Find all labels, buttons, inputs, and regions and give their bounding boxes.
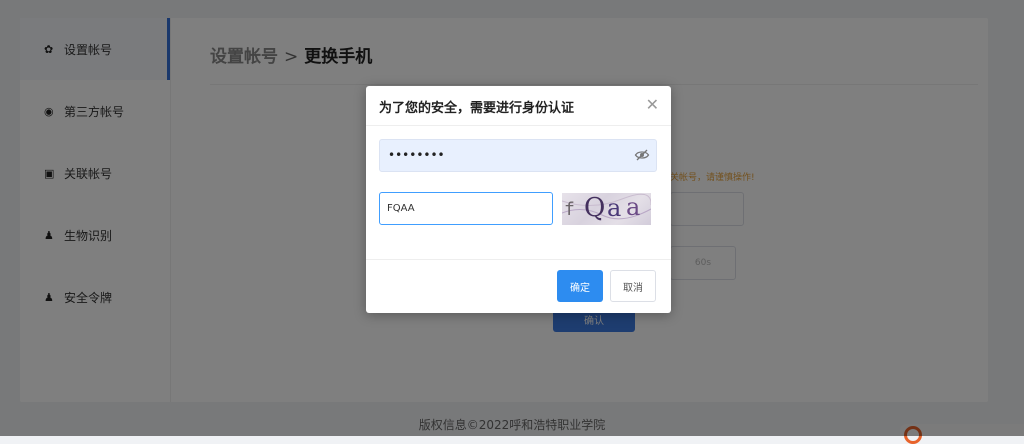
captcha-image[interactable]: f Q a a xyxy=(562,193,651,225)
divider xyxy=(366,125,671,126)
captcha-char: f xyxy=(564,199,575,220)
close-icon[interactable]: ✕ xyxy=(646,95,659,114)
captcha-input-value: FQAA xyxy=(387,203,415,214)
captcha-input[interactable]: FQAA xyxy=(379,192,553,225)
divider xyxy=(366,259,671,260)
auth-dialog: 为了您的安全，需要进行身份认证 ✕ •••••••• FQAA f Q a a … xyxy=(366,86,671,313)
captcha-char: a xyxy=(607,194,622,222)
cancel-button[interactable]: 取消 xyxy=(610,270,656,302)
captcha-char: Q xyxy=(584,193,606,223)
ok-button[interactable]: 确定 xyxy=(557,270,603,302)
eye-off-icon[interactable] xyxy=(634,147,650,163)
captcha-char: a xyxy=(626,193,641,221)
password-field[interactable]: •••••••• xyxy=(379,139,657,172)
dialog-title: 为了您的安全，需要进行身份认证 xyxy=(379,101,575,116)
password-value: •••••••• xyxy=(388,148,445,162)
